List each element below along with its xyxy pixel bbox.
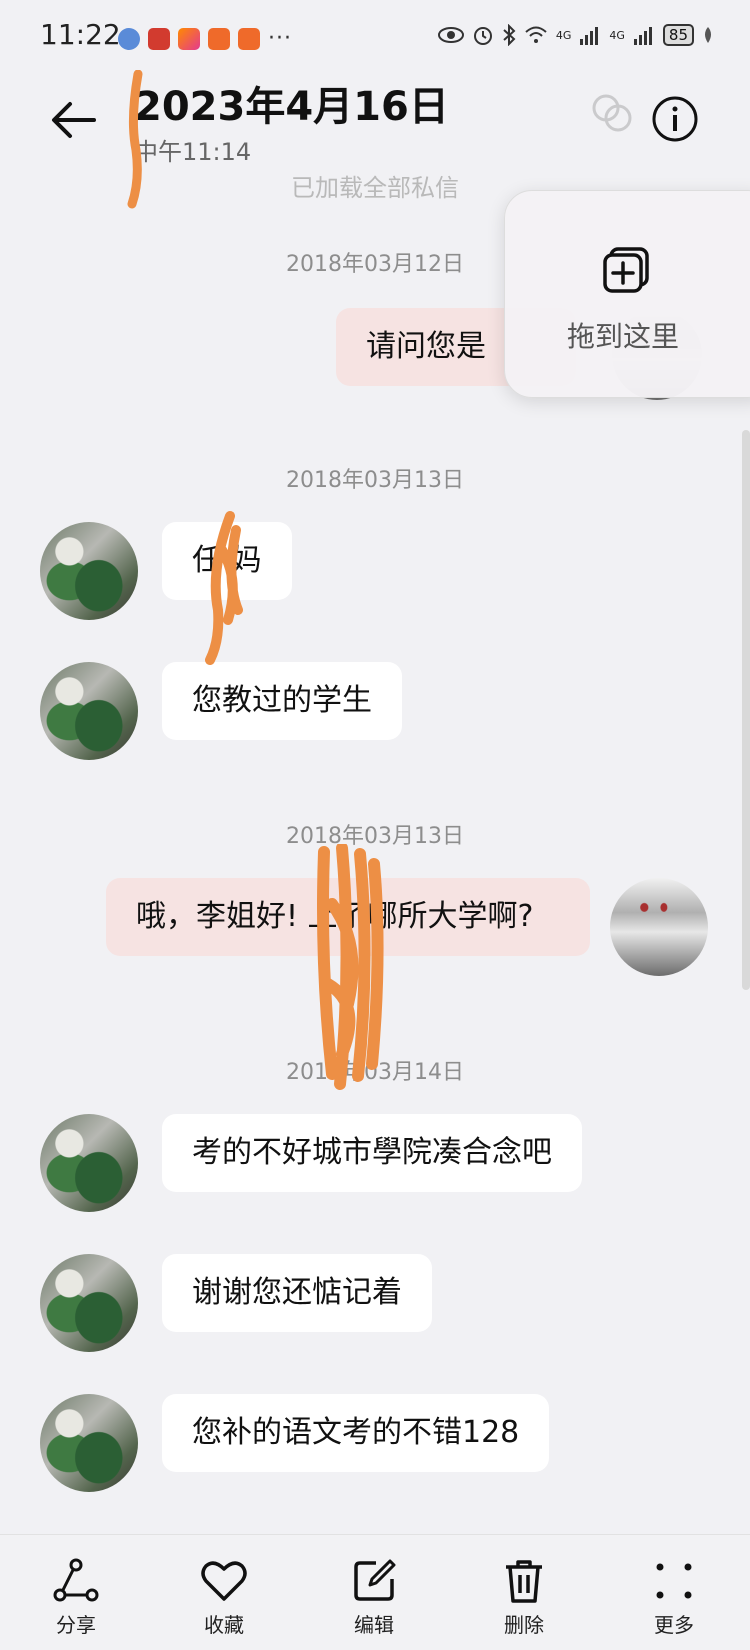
delete-button[interactable]: 删除 [464,1555,584,1638]
avatar[interactable] [610,878,708,976]
more-label: 更多 [654,1613,694,1637]
message-bubble-incoming[interactable]: 考的不好城市學院凑合念吧 [162,1114,582,1192]
message-bubble-incoming[interactable]: 您教过的学生 [162,662,402,740]
bluetooth-icon [503,24,516,46]
faded-contact-icon [592,94,632,132]
avatar[interactable] [40,662,138,760]
message-bubble-incoming[interactable]: 您补的语文考的不错128 [162,1394,550,1472]
more-icon [656,1563,692,1599]
favorite-label: 收藏 [204,1613,244,1637]
message-bubble-incoming[interactable]: 谢谢您还惦记着 [162,1254,432,1332]
share-icon [53,1558,99,1602]
bottom-action-bar: 分享 收藏 编辑 删除 更多 [0,1534,750,1650]
signal-icon [580,27,599,45]
alarm-icon [473,27,492,45]
video-app-icon [178,27,200,50]
avatar[interactable] [40,522,138,620]
network-label-2: 4G [609,28,625,42]
signal-icon-2 [633,27,652,45]
battery-level: 85 [662,24,694,46]
date-separator: 2018年03月13日 [286,468,464,493]
red-app-icon [148,27,170,50]
delete-label: 删除 [504,1613,544,1637]
browser-icon [118,27,140,50]
orange-app-icon-2 [238,27,260,50]
avatar[interactable] [40,1254,138,1352]
share-button[interactable]: 分享 [16,1555,136,1638]
more-notifications-icon: ··· [268,26,292,51]
share-label: 分享 [56,1613,96,1637]
add-copy-icon [603,247,649,293]
wifi-icon [525,26,547,43]
status-app-icons: ··· [118,26,292,51]
info-icon[interactable] [650,94,700,144]
scroll-edge [742,430,750,990]
date-separator: 2018年03月14日 [286,1060,464,1085]
favorite-button[interactable]: 收藏 [164,1555,284,1638]
more-button[interactable]: 更多 [614,1555,734,1638]
drag-target-label: 拖到这里 [566,320,679,353]
message-bubble-outgoing[interactable]: 哦，李姐好! 上了哪所大学啊? [106,878,590,956]
heart-icon [201,1561,247,1601]
edit-button[interactable]: 编辑 [314,1555,434,1638]
network-label-1: 4G [555,28,572,42]
trash-icon [506,1560,542,1603]
drag-drop-target[interactable]: 拖到这里 [504,190,750,398]
date-separator: 2018年03月13日 [286,824,464,849]
eye-icon [437,27,464,43]
status-time: 11:22 [40,18,121,51]
leaf-icon [705,27,711,43]
edit-label: 编辑 [354,1613,394,1637]
page-title: 2023年4月16日 [134,84,449,130]
back-arrow-icon[interactable] [46,92,102,148]
avatar[interactable] [40,1114,138,1212]
avatar[interactable] [40,1394,138,1492]
system-icons: 4G 4G 85 [437,24,714,46]
orange-app-icon [208,27,230,50]
message-bubble-incoming[interactable]: 任 妈 [162,522,292,600]
edit-icon [354,1559,396,1601]
page-subtitle: 中午11:14 [134,138,252,166]
